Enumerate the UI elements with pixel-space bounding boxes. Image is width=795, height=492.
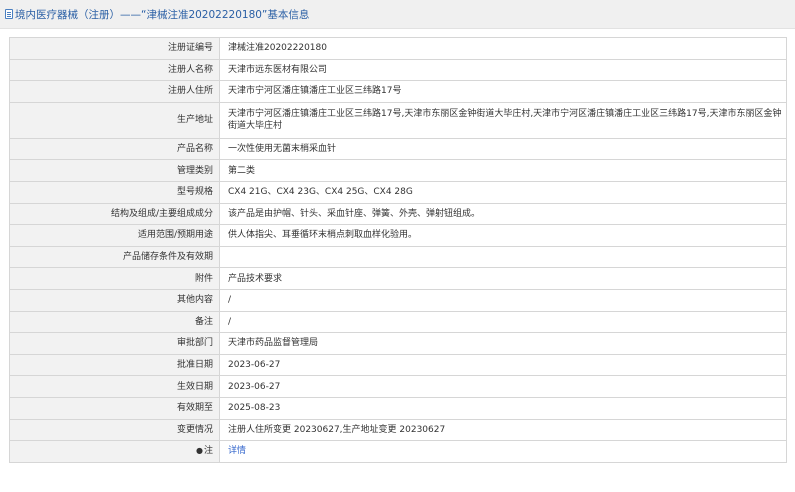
table-row: 产品储存条件及有效期 [9,245,787,269]
bell-icon: ● [196,446,203,456]
details-link[interactable]: 详情 [228,446,246,456]
table-row: 适用范围/预期用途 供人体指尖、耳垂循环末梢点刺取血样化验用。 [9,224,787,247]
field-label: 结构及组成/主要组成成分 [9,202,220,226]
field-value: / [219,310,787,334]
field-label: 变更情况 [9,418,220,442]
table-row: 附件 产品技术要求 [9,267,787,290]
field-value: 注册人住所变更 20230627,生产地址变更 20230627 [219,418,787,442]
field-value: 一次性使用无菌末梢采血针 [219,137,787,161]
registration-info-table: 注册证编号 津械注准20202220180 注册人名称 天津市远东医材有限公司 注册人住… [9,37,787,463]
field-value: 津械注准20202220180 [219,37,787,60]
table-row-note: ●注 详情 [9,440,787,463]
field-label: 备注 [9,310,220,334]
field-value: / [219,288,787,312]
field-value: 天津市宁河区潘庄镇潘庄工业区三纬路17号 [219,80,787,103]
table-row: 有效期至 2025-08-23 [9,396,787,420]
table-row: 批准日期 2023-06-27 [9,353,787,377]
field-value: 产品技术要求 [219,267,787,290]
field-value [219,245,787,269]
field-value: 天津市宁河区潘庄镇潘庄工业区三纬路17号,天津市东丽区金钟街道大毕庄村,天津市宁… [219,101,787,139]
table-row: 注册人住所 天津市宁河区潘庄镇潘庄工业区三纬路17号 [9,80,787,103]
field-label: 型号规格 [9,180,220,204]
table-row: 生产地址 天津市宁河区潘庄镇潘庄工业区三纬路17号,天津市东丽区金钟街道大毕庄村,… [9,101,787,139]
field-value: 天津市药品监督管理局 [219,332,787,355]
field-label: 附件 [9,267,220,290]
field-value: 2025-08-23 [219,396,787,420]
table-row: 其他内容 / [9,288,787,312]
note-label-cell: ●注 [9,440,220,463]
table-row: 型号规格 CX4 21G、CX4 23G、CX4 25G、CX4 28G [9,180,787,204]
table-row: 产品名称 一次性使用无菌末梢采血针 [9,137,787,161]
field-label: 有效期至 [9,396,220,420]
field-value: CX4 21G、CX4 23G、CX4 25G、CX4 28G [219,180,787,204]
field-value: 天津市远东医材有限公司 [219,58,787,82]
field-label: 产品储存条件及有效期 [9,245,220,269]
field-value: 2023-06-27 [219,375,787,398]
field-value: 第二类 [219,159,787,182]
table-row: 注册证编号 津械注准20202220180 [9,37,787,60]
field-value: 2023-06-27 [219,353,787,377]
table-row: 备注 / [9,310,787,334]
field-label: 注册人住所 [9,80,220,103]
table-row: 注册人名称 天津市远东医材有限公司 [9,58,787,82]
field-value: 该产品是由护帽、针头、采血针座、弹簧、外壳、弹射钮组成。 [219,202,787,226]
page-title-bar: 境内医疗器械（注册）——“津械注准20202220180”基本信息 [0,0,795,29]
field-label: 生产地址 [9,101,220,139]
note-value-cell: 详情 [219,440,787,463]
field-label: 产品名称 [9,137,220,161]
field-label: 注册人名称 [9,58,220,82]
field-label: 注册证编号 [9,37,220,60]
document-icon [5,9,13,19]
field-label: 其他内容 [9,288,220,312]
table-row: 生效日期 2023-06-27 [9,375,787,398]
table-row: 管理类别 第二类 [9,159,787,182]
table-row: 变更情况 注册人住所变更 20230627,生产地址变更 20230627 [9,418,787,442]
field-label: 审批部门 [9,332,220,355]
field-label: 生效日期 [9,375,220,398]
field-label: 批准日期 [9,353,220,377]
table-row: 结构及组成/主要组成成分 该产品是由护帽、针头、采血针座、弹簧、外壳、弹射钮组成。 [9,202,787,226]
field-label: 管理类别 [9,159,220,182]
field-value: 供人体指尖、耳垂循环末梢点刺取血样化验用。 [219,224,787,247]
page-title: 境内医疗器械（注册）——“津械注准20202220180”基本信息 [15,8,310,21]
note-label: 注 [203,446,213,457]
table-row: 审批部门 天津市药品监督管理局 [9,332,787,355]
field-label: 适用范围/预期用途 [9,224,220,247]
